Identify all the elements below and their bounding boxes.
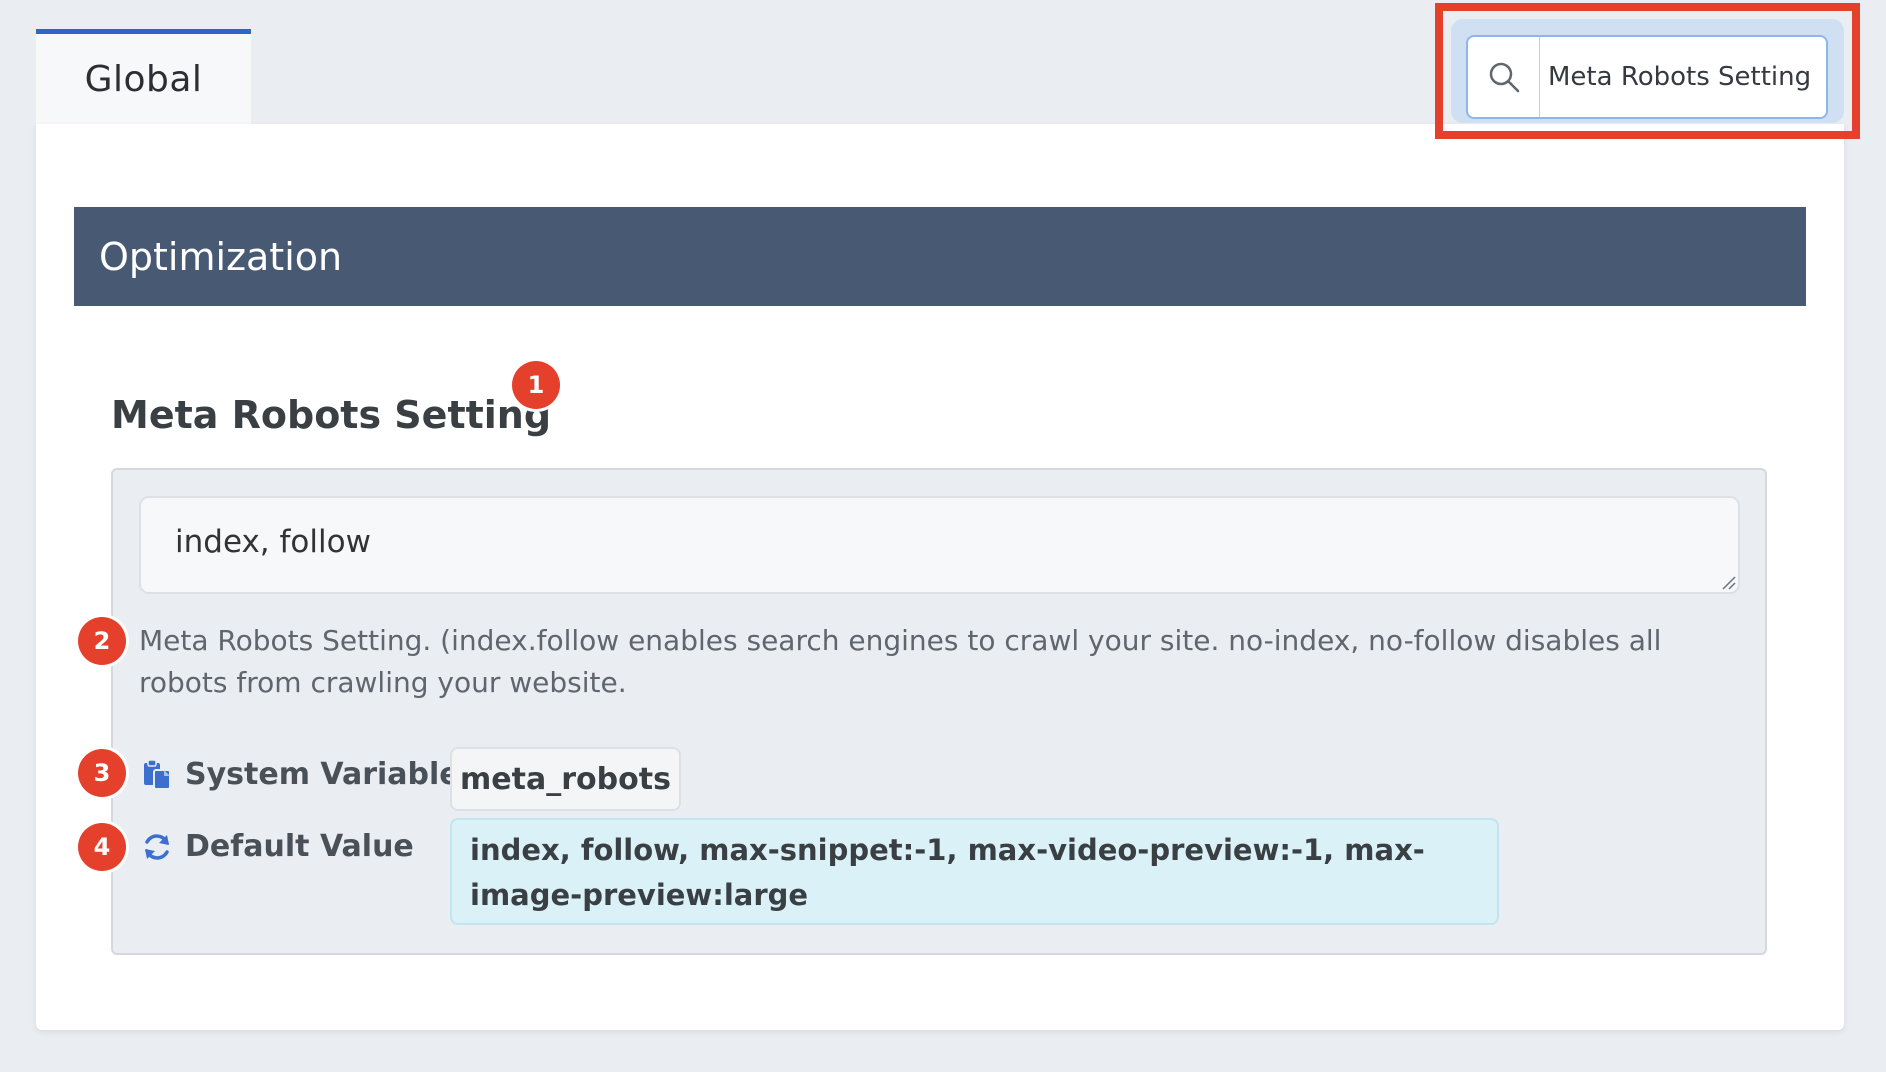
tab-label: Global <box>84 58 203 100</box>
step-marker-3: 3 <box>78 749 126 797</box>
system-variable-label: System Variable <box>141 757 460 792</box>
default-value-label: Default Value <box>141 829 414 864</box>
system-variable-label-text: System Variable <box>185 757 460 792</box>
settings-page: Global Optimization Meta Robots Setting … <box>0 0 1886 1072</box>
step-marker-2: 2 <box>78 617 126 665</box>
default-value-box: index, follow, max-snippet:-1, max-video… <box>450 818 1499 925</box>
setting-title: Meta Robots Setting <box>111 393 552 437</box>
step-marker-4: 4 <box>78 823 126 871</box>
step-marker-1: 1 <box>512 361 560 409</box>
help-text: Meta Robots Setting. (index.follow enabl… <box>139 624 1662 699</box>
system-variable-value: meta_robots <box>450 747 681 811</box>
meta-robots-textarea[interactable]: index, follow <box>139 496 1740 594</box>
resize-handle-icon[interactable] <box>1720 574 1736 590</box>
search-highlight-outline <box>1435 3 1860 139</box>
tab-global[interactable]: Global <box>36 29 251 124</box>
clipboard-icon <box>144 758 171 790</box>
refresh-icon <box>145 833 169 860</box>
default-value-label-text: Default Value <box>185 829 414 864</box>
section-header-optimization: Optimization <box>74 207 1806 306</box>
section-title: Optimization <box>99 234 343 279</box>
